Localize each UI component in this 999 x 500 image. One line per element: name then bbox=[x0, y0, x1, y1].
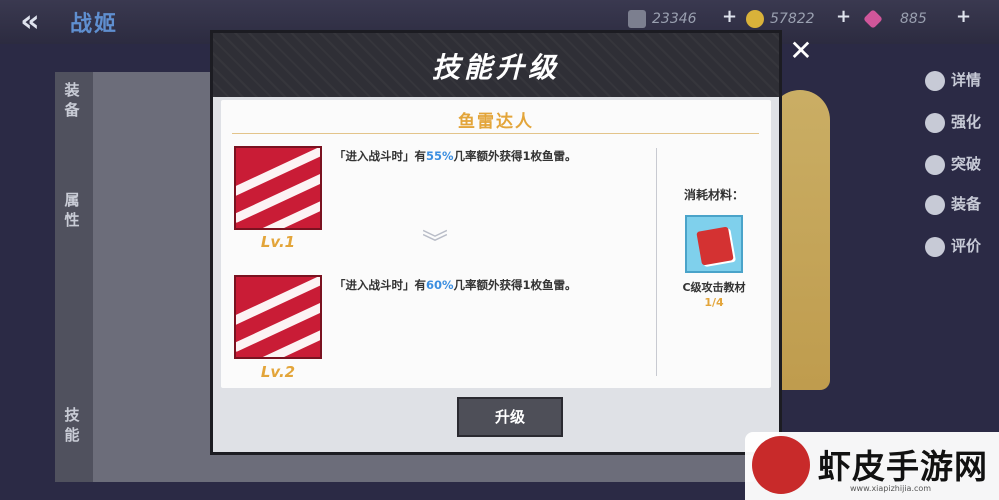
material-divider bbox=[656, 148, 657, 376]
back-button[interactable]: « bbox=[0, 0, 60, 44]
watermark-text: 虾皮手游网 bbox=[818, 447, 988, 486]
add-coin-button[interactable]: + bbox=[836, 6, 851, 27]
fuel-value: 23346 bbox=[652, 11, 697, 27]
skill-name: 鱼雷达人 bbox=[458, 112, 534, 132]
tab-skills[interactable]: 技能 bbox=[62, 405, 82, 445]
current-description: 「进入战斗时」有55%几率额外获得1枚鱼雷。 bbox=[334, 149, 577, 163]
shrimp-logo-icon bbox=[752, 436, 810, 494]
menu-breakthrough[interactable]: 突破 bbox=[924, 150, 981, 178]
breakthrough-icon bbox=[924, 154, 945, 175]
current-level: Lv.1 bbox=[260, 233, 296, 251]
menu-equip[interactable]: 装备 bbox=[924, 190, 981, 218]
menu-enhance[interactable]: 强化 bbox=[924, 108, 981, 136]
fuel-resource: 23346 bbox=[628, 8, 697, 30]
enhance-icon bbox=[924, 112, 945, 133]
book-cover bbox=[696, 226, 734, 266]
menu-review[interactable]: 评价 bbox=[924, 232, 981, 260]
material-count: 1/4 bbox=[704, 296, 724, 309]
coin-icon bbox=[746, 10, 764, 28]
review-icon bbox=[924, 236, 945, 257]
dialog-title: 技能升级 bbox=[431, 51, 560, 84]
current-chance: 55% bbox=[426, 149, 454, 163]
add-fuel-button[interactable]: + bbox=[722, 6, 737, 27]
material-label: 消耗材料： bbox=[683, 188, 744, 202]
page-title: 战姬 bbox=[70, 12, 119, 37]
next-chance: 60% bbox=[426, 278, 454, 292]
diamond-value: 885 bbox=[900, 11, 927, 27]
close-button[interactable]: ✕ bbox=[786, 36, 816, 66]
torpedo-skill-icon bbox=[234, 275, 322, 359]
details-icon bbox=[924, 70, 945, 91]
diamond-resource: 885 bbox=[863, 8, 927, 30]
title-divider bbox=[232, 133, 759, 134]
tab-attributes[interactable]: 属性 bbox=[62, 190, 82, 230]
menu-details[interactable]: 详情 bbox=[924, 66, 981, 94]
book-icon[interactable] bbox=[685, 215, 743, 273]
watermark-url: www.xiapizhijia.com bbox=[850, 484, 932, 493]
coin-resource: 57822 bbox=[746, 8, 815, 30]
material-name: C级攻击教材 bbox=[682, 281, 746, 294]
add-diamond-button[interactable]: + bbox=[956, 6, 971, 27]
next-description: 「进入战斗时」有60%几率额外获得1枚鱼雷。 bbox=[334, 278, 577, 292]
upgrade-button[interactable]: 升级 bbox=[457, 397, 563, 437]
fuel-icon bbox=[628, 10, 646, 28]
next-level: Lv.2 bbox=[260, 363, 296, 381]
equip-icon bbox=[924, 194, 945, 215]
chevron-down-icon: ︾ bbox=[421, 229, 448, 259]
tab-equipment[interactable]: 装备 bbox=[62, 80, 82, 120]
torpedo-skill-icon bbox=[234, 146, 322, 230]
diamond-icon bbox=[863, 9, 883, 29]
coin-value: 57822 bbox=[770, 11, 815, 27]
